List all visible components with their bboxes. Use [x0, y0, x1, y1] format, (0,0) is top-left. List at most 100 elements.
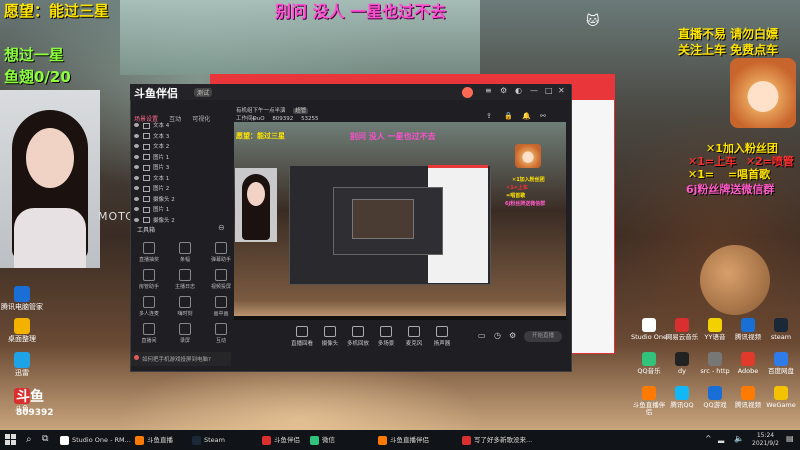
tool-label: 直播抽奖 [138, 257, 159, 263]
tool-label: 互动 [215, 338, 226, 344]
tool-icon [179, 323, 191, 335]
eye-icon[interactable] [134, 196, 139, 201]
tab-interact[interactable]: 互动 [169, 114, 181, 123]
tool-label: 弹幕助手 [210, 257, 231, 263]
source-type-icon [143, 143, 150, 150]
eye-icon[interactable] [134, 175, 139, 180]
desktop-icon-label: 腾讯视频 [735, 333, 761, 341]
source-type-icon [143, 164, 150, 171]
version-badge: 测试 [194, 88, 213, 97]
taskbar-item[interactable]: 斗鱼伴侣 [262, 430, 300, 450]
source-item[interactable]: 文本 3 [134, 132, 169, 140]
eye-icon[interactable] [134, 133, 139, 138]
skin-icon[interactable]: ◐ [515, 86, 522, 95]
tab-visual[interactable]: 可视化 [192, 114, 210, 123]
source-item[interactable]: 摄像头 2 [134, 195, 175, 203]
tray-chevron-icon[interactable]: ^ [705, 434, 712, 443]
tool-item[interactable]: 条幅 [168, 242, 202, 263]
tool-icon [179, 296, 191, 308]
timer-icon[interactable]: ◷ [494, 331, 501, 340]
taskbar-item[interactable]: 斗鱼直播伴侣 [378, 430, 429, 450]
link-icon[interactable]: ⚯ [540, 112, 546, 120]
tool-item[interactable]: 直播抽奖 [132, 242, 166, 263]
tool-label: 条幅 [179, 257, 190, 263]
tool-item[interactable]: 嗨时刻 [168, 296, 202, 317]
gear-icon[interactable]: ⚙ [509, 331, 516, 340]
clock-time: 15:24 [756, 432, 775, 439]
windows-start-icon[interactable] [5, 434, 16, 445]
eye-icon[interactable] [134, 217, 139, 222]
app-icon [192, 435, 201, 445]
tool-item[interactable]: 房管助手 [132, 269, 166, 290]
control-icon [352, 326, 364, 337]
desktop-icon-1[interactable]: 桌面整理 [0, 318, 44, 344]
source-item[interactable]: 文本 1 [134, 174, 169, 182]
source-label: 图片 3 [153, 165, 170, 171]
app-icon [310, 435, 319, 445]
tool-item[interactable]: 录屏 [168, 323, 202, 344]
source-item[interactable]: 摄像头 2 [134, 216, 175, 224]
eye-icon[interactable] [134, 186, 139, 190]
source-item[interactable]: 图片 2 [134, 184, 169, 192]
app-icon [14, 352, 30, 368]
bell-icon[interactable]: 🔔 [522, 112, 531, 120]
desktop-icon-2[interactable]: 迅雷 [0, 352, 44, 378]
eye-icon[interactable] [134, 154, 139, 159]
user-avatar[interactable] [462, 87, 473, 98]
eye-icon[interactable] [134, 165, 139, 169]
task-view-icon[interactable]: ⧉ [42, 434, 48, 444]
app-icon [642, 386, 656, 400]
webcam-feed [0, 90, 100, 268]
collapse-icon[interactable]: ⊖ [218, 223, 225, 232]
stream-title[interactable]: 有机组下午一点半演 [236, 108, 286, 114]
tool-icon [215, 296, 227, 308]
tool-label: 嗨时刻 [177, 311, 193, 317]
eye-icon[interactable] [134, 207, 139, 211]
tool-item[interactable]: 主播日志 [168, 269, 202, 290]
taskbar-clock[interactable]: 15:24 2021/9/2 [752, 432, 779, 448]
taskbar-item[interactable]: Studio One - RM... [60, 430, 131, 450]
source-item[interactable]: 图片 3 [134, 163, 169, 171]
tool-item[interactable]: 画中画 [204, 296, 238, 317]
source-item[interactable]: 图片 1 [134, 205, 169, 213]
settings-icon[interactable]: ⚙ [500, 86, 507, 95]
taskbar-item[interactable]: 写了好多新歌没来... [462, 430, 532, 450]
network-icon[interactable]: ▂ [718, 434, 724, 443]
record-icon[interactable]: ▭ [478, 331, 486, 340]
close-icon[interactable]: ✕ [558, 86, 565, 95]
tool-item[interactable]: 视频投屏 [204, 269, 238, 290]
desktop-icon-label: dy [678, 367, 686, 375]
desktop-right-icon[interactable]: 百度网盘 [762, 352, 800, 375]
taskbar-item[interactable]: 斗鱼直播 [135, 430, 173, 450]
source-item[interactable]: 文本 4 [134, 121, 169, 129]
source-item[interactable]: 文本 2 [134, 142, 169, 150]
taskbar-item[interactable]: Steam [192, 430, 225, 450]
share-icon[interactable]: ⇪ [486, 112, 492, 120]
source-type-icon [143, 185, 150, 192]
tool-item[interactable]: 互动 [204, 323, 238, 344]
desktop-icon-label: 腾讯电脑管家 [1, 303, 43, 311]
lock-icon[interactable]: 🔒 [504, 112, 513, 120]
tool-item[interactable]: 直播间 [132, 323, 166, 344]
taskbar-item[interactable]: 微信 [310, 430, 335, 450]
eye-icon[interactable] [134, 123, 139, 127]
start-live-button[interactable]: 开始直播 [524, 331, 562, 342]
desktop-right-icon[interactable]: WeGame [762, 386, 800, 409]
eye-icon[interactable] [134, 144, 139, 148]
search-icon[interactable]: ⌕ [26, 434, 32, 445]
volume-icon[interactable]: 🔈 [734, 434, 744, 443]
menu-icon[interactable]: ≡ [485, 86, 492, 95]
control-5[interactable]: 扬声器 [425, 326, 459, 347]
gift-rule-3: ✕1= =唱首歌 [688, 166, 770, 182]
tip-text[interactable]: 如何把手机游戏投屏到电脑? [142, 355, 211, 363]
maximize-icon[interactable]: □ [545, 86, 553, 95]
tool-item[interactable]: 弹幕助手 [204, 242, 238, 263]
desktop-right-icon[interactable]: steam [762, 318, 800, 341]
desktop-icon-0[interactable]: 腾讯电脑管家 [0, 286, 44, 312]
tool-icon [179, 269, 191, 281]
tool-item[interactable]: 多人连麦 [132, 296, 166, 317]
notification-icon[interactable]: ▤ [786, 434, 794, 443]
webcam-watermark: MOTC [98, 210, 134, 223]
source-item[interactable]: 图片 1 [134, 153, 169, 161]
minimize-icon[interactable]: — [530, 86, 538, 95]
